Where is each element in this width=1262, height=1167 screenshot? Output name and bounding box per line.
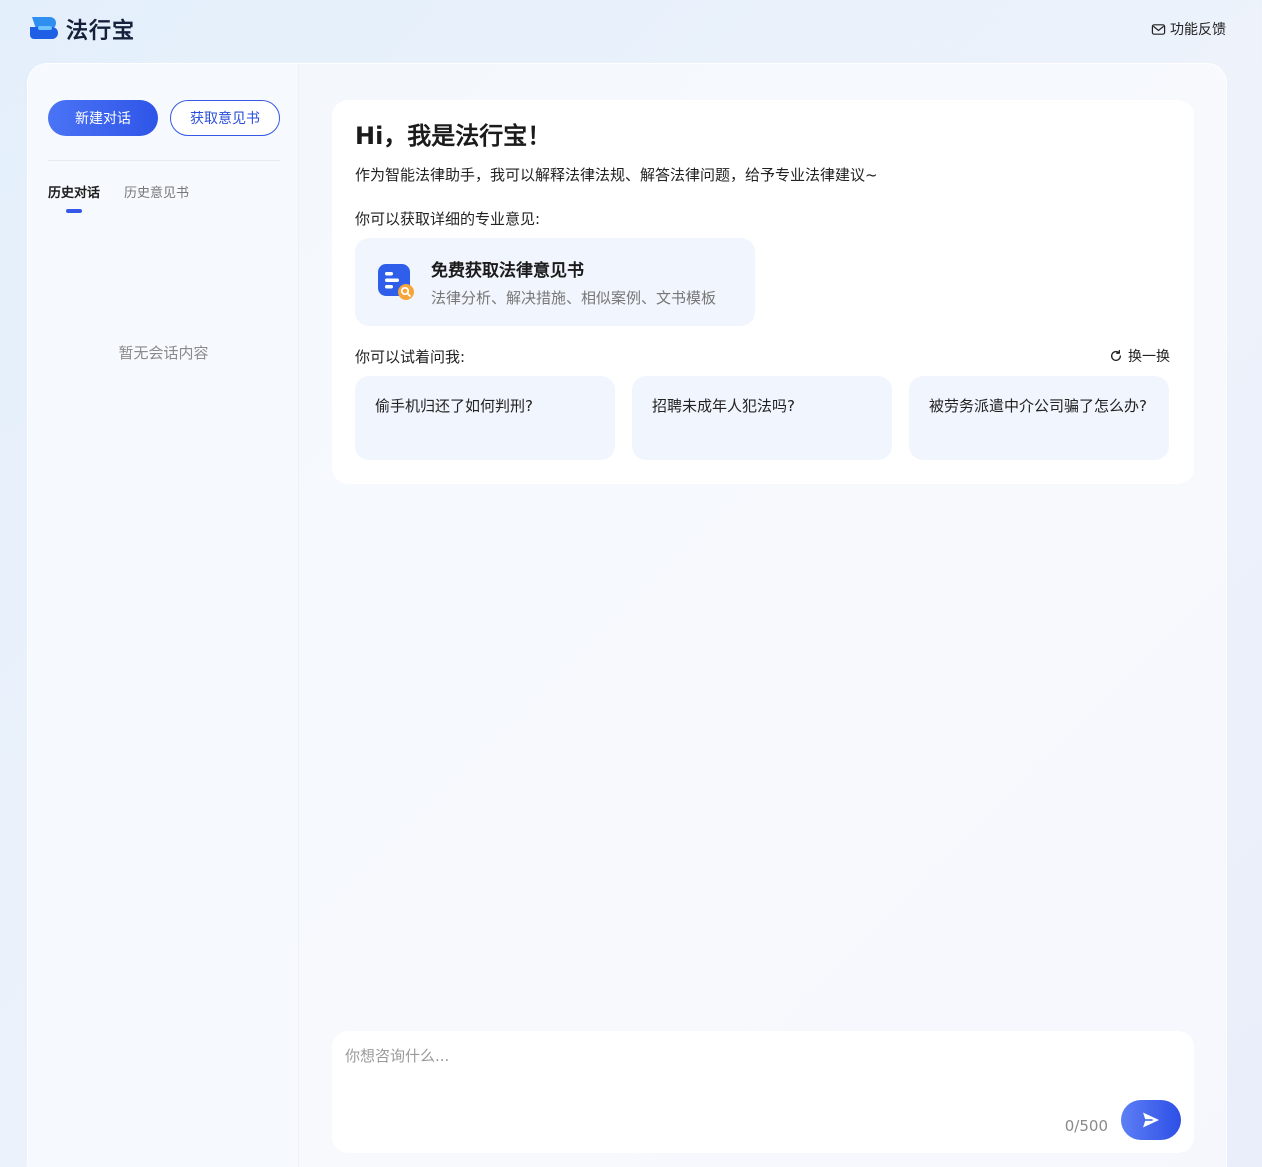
message-composer: 0/500 <box>332 1031 1194 1153</box>
suggested-question-card[interactable]: 偷手机归还了如何判刑? <box>355 376 615 460</box>
top-bar: 法行宝 功能反馈 <box>0 0 1262 60</box>
send-icon <box>1143 1112 1159 1128</box>
question-input[interactable] <box>345 1045 1175 1105</box>
get-opinion-button[interactable]: 获取意见书 <box>170 100 280 136</box>
history-tabs: 历史对话 历史意见书 <box>48 182 189 213</box>
greeting-title: Hi，我是法行宝！ <box>355 122 552 150</box>
empty-state-text: 暂无会话内容 <box>118 344 209 362</box>
tab-history-opinions[interactable]: 历史意见书 <box>124 182 189 213</box>
logo-icon <box>30 17 58 39</box>
document-search-icon <box>378 264 414 300</box>
intro-text: 作为智能法律助手，我可以解释法律法规、解答法律问题，给予专业法律建议~ <box>355 166 878 184</box>
feedback-button[interactable]: 功能反馈 <box>1151 19 1226 39</box>
tab-history-chats[interactable]: 历史对话 <box>48 182 100 213</box>
refresh-icon <box>1110 349 1122 361</box>
new-chat-button[interactable]: 新建对话 <box>48 100 158 136</box>
chat-area: Hi，我是法行宝！ 作为智能法律助手，我可以解释法律法规、解答法律问题，给予专业… <box>299 64 1226 1167</box>
suggested-question-card[interactable]: 被劳务派遣中介公司骗了怎么办? <box>909 376 1169 460</box>
main-panel: 新建对话 获取意见书 历史对话 历史意见书 暂无会话内容 Hi，我是法行宝！ 作… <box>27 63 1227 1167</box>
ask-prompt: 你可以试着问我: <box>355 348 466 366</box>
refresh-label: 换一换 <box>1128 349 1170 365</box>
opinion-prompt: 你可以获取详细的专业意见: <box>355 210 541 228</box>
send-button[interactable] <box>1121 1100 1181 1140</box>
app-name: 法行宝 <box>66 19 136 44</box>
opinion-card-title: 免费获取法律意见书 <box>431 261 584 281</box>
opinion-card-subtitle: 法律分析、解决措施、相似案例、文书模板 <box>431 289 717 307</box>
feedback-label: 功能反馈 <box>1170 22 1226 38</box>
sidebar: 新建对话 获取意见书 历史对话 历史意见书 暂无会话内容 <box>28 64 299 1167</box>
app-logo[interactable]: 法行宝 <box>28 14 135 44</box>
welcome-card: Hi，我是法行宝！ 作为智能法律助手，我可以解释法律法规、解答法律问题，给予专业… <box>332 100 1194 484</box>
free-opinion-card[interactable]: 免费获取法律意见书 法律分析、解决措施、相似案例、文书模板 <box>355 238 755 326</box>
refresh-questions-button[interactable]: 换一换 <box>1109 346 1170 366</box>
mail-icon <box>1151 23 1166 35</box>
sidebar-divider <box>48 160 280 161</box>
char-counter: 0/500 <box>1064 1117 1108 1135</box>
suggested-question-card[interactable]: 招聘未成年人犯法吗? <box>632 376 892 460</box>
